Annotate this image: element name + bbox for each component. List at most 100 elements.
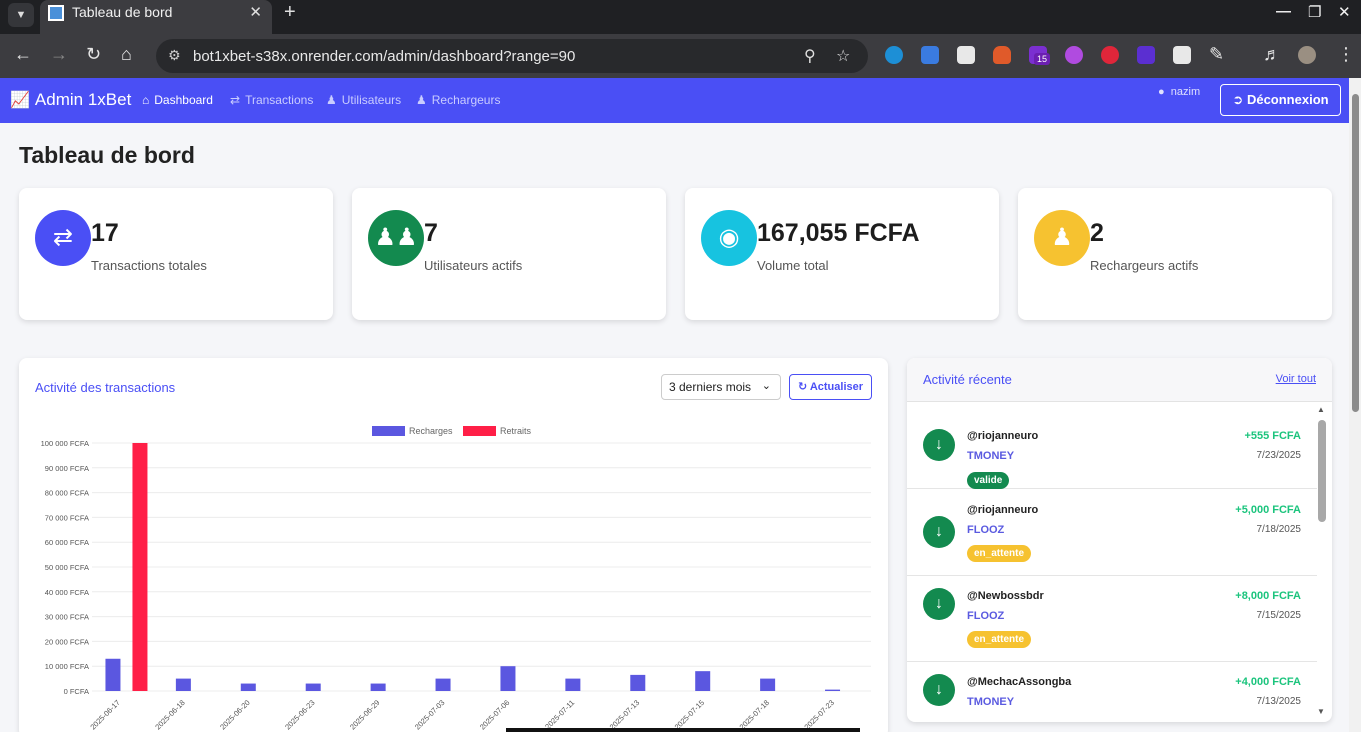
bar-retraits: [132, 443, 148, 691]
activity-amount: +5,000 FCFA: [1235, 504, 1301, 516]
page-scrollbar-thumb[interactable]: [1352, 94, 1359, 412]
x-tick-label: 2025-06-23: [283, 698, 316, 731]
new-tab-icon[interactable]: +: [284, 1, 296, 24]
activity-item[interactable]: ↓ @riojanneuro FLOOZ +5,000 FCFA 7/18/20…: [907, 490, 1317, 576]
activity-method: TMONEY: [967, 450, 1015, 462]
brand[interactable]: 📈 Admin 1xBet: [10, 90, 131, 110]
tab-search-icon[interactable]: ▼: [8, 3, 34, 27]
bar-recharges: [240, 683, 256, 691]
favicon-icon: [48, 5, 64, 21]
extension-icon[interactable]: [885, 46, 903, 64]
users-icon: ♟♟: [368, 210, 424, 266]
arrow-down-icon: ↓: [923, 429, 955, 461]
forward-icon[interactable]: →: [50, 44, 68, 65]
y-tick-label: 0 FCFA: [64, 687, 89, 696]
x-tick-label: 2025-06-20: [218, 698, 251, 731]
range-select-value: 3 derniers mois: [669, 380, 752, 394]
activity-method: FLOOZ: [967, 610, 1005, 622]
coins-icon: ◉: [701, 210, 757, 266]
qr-code-icon[interactable]: [1173, 46, 1191, 64]
site-info-icon[interactable]: ⚙: [168, 47, 181, 64]
nav-utilisateurs[interactable]: ♟ Utilisateurs: [326, 93, 401, 107]
bar-recharges: [175, 678, 191, 691]
address-bar[interactable]: ⚙ bot1xbet-s38x.onrender.com/admin/dashb…: [156, 39, 868, 73]
y-tick-label: 50 000 FCFA: [45, 563, 89, 572]
translate-extension-icon[interactable]: [921, 46, 939, 64]
scroll-up-icon[interactable]: ▲: [1317, 405, 1325, 414]
page-scrollbar[interactable]: [1349, 78, 1361, 732]
activity-item[interactable]: ↓ @MechacAssongba TMONEY +4,000 FCFA 7/1…: [907, 662, 1317, 722]
activity-title: Activité récente: [923, 372, 1012, 387]
extensions-puzzle-icon[interactable]: ✎: [1209, 44, 1224, 65]
x-tick-label: 2025-06-17: [88, 698, 121, 731]
popcorn-extension-icon[interactable]: [957, 46, 975, 64]
stat-value: 2: [1090, 219, 1104, 247]
y-tick-label: 70 000 FCFA: [45, 513, 89, 522]
logout-button[interactable]: ➲ Déconnexion: [1220, 84, 1341, 116]
scroll-down-icon[interactable]: ▼: [1317, 707, 1325, 716]
fox-extension-icon[interactable]: [993, 46, 1011, 64]
bar-recharges: [500, 666, 516, 691]
nav-rechargeurs[interactable]: ♟ Rechargeurs: [416, 93, 500, 107]
activity-item[interactable]: ↓ @Newbossbdr FLOOZ +8,000 FCFA 7/15/202…: [907, 576, 1317, 662]
current-user: ● nazim: [1158, 86, 1200, 98]
bar-recharges: [695, 671, 711, 691]
y-tick-label: 30 000 FCFA: [45, 613, 89, 622]
status-badge: en_attente: [967, 631, 1032, 648]
hand-extension-icon[interactable]: [1101, 46, 1119, 64]
activity-amount: +555 FCFA: [1244, 430, 1301, 442]
bookmark-star-icon[interactable]: ☆: [836, 46, 850, 66]
stat-card-rechargeurs: ♟ 2 Rechargeurs actifs: [1018, 188, 1332, 320]
close-tab-icon[interactable]: ✕: [249, 3, 262, 21]
minimize-icon[interactable]: —: [1276, 3, 1291, 20]
x-tick-label: 2025-07-03: [413, 698, 446, 731]
gear-extension-icon[interactable]: [1065, 46, 1083, 64]
activity-date: 7/18/2025: [1256, 524, 1302, 535]
refresh-button[interactable]: ↻ Actualiser: [789, 374, 872, 400]
zoom-icon[interactable]: ⚲: [804, 46, 816, 66]
nav-rechargeurs-label: Rechargeurs: [431, 93, 501, 107]
y-tick-label: 60 000 FCFA: [45, 538, 89, 547]
back-icon[interactable]: ←: [14, 44, 32, 65]
range-select[interactable]: 3 derniers mois ⌄: [661, 374, 781, 400]
x-tick-label: 2025-07-23: [802, 698, 835, 731]
home-icon[interactable]: ⌂: [121, 44, 132, 65]
activity-amount: +4,000 FCFA: [1235, 676, 1301, 688]
media-control-icon[interactable]: ♬: [1263, 44, 1281, 65]
stat-value: 167,055 FCFA: [757, 219, 920, 247]
activity-list[interactable]: ↓ @riojanneuro TMONEY +555 FCFA 7/23/202…: [907, 403, 1317, 722]
y-tick-label: 100 000 FCFA: [41, 439, 89, 448]
bar-recharges: [825, 689, 841, 691]
activity-user: @riojanneuro: [967, 430, 1039, 442]
app-navbar: 📈 Admin 1xBet ⌂ Dashboard ⇄ Transactions ♟ U…: [0, 78, 1349, 123]
window-close-icon[interactable]: ✕: [1338, 3, 1351, 21]
activity-item[interactable]: ↓ @riojanneuro TMONEY +555 FCFA 7/23/202…: [907, 403, 1317, 489]
bar-recharges: [760, 678, 776, 691]
stat-card-transactions: ⇄ 17 Transactions totales: [19, 188, 333, 320]
restore-icon[interactable]: ❐: [1308, 3, 1321, 21]
profile-avatar[interactable]: [1298, 46, 1316, 64]
status-badge: en_attente: [967, 545, 1032, 562]
user-circle-icon: ●: [1158, 86, 1165, 98]
activity-date: 7/15/2025: [1256, 610, 1302, 621]
user-icon: ♟: [416, 93, 427, 107]
nav-transactions[interactable]: ⇄ Transactions: [230, 93, 313, 107]
y-tick-label: 10 000 FCFA: [45, 662, 89, 671]
activity-scrollbar[interactable]: ▲ ▼: [1317, 403, 1327, 721]
url-text[interactable]: bot1xbet-s38x.onrender.com/admin/dashboa…: [193, 48, 575, 65]
stat-label: Volume total: [757, 258, 829, 273]
nav-transactions-label: Transactions: [245, 93, 314, 107]
nav-dashboard[interactable]: ⌂ Dashboard: [142, 93, 213, 107]
y-tick-label: 20 000 FCFA: [45, 637, 89, 646]
status-badge: valide: [967, 472, 1010, 489]
bar-recharges: [370, 683, 386, 691]
stat-value: 17: [91, 219, 119, 247]
activity-scrollbar-thumb[interactable]: [1318, 420, 1326, 522]
chart-line-icon: 📈: [10, 92, 30, 109]
reload-icon[interactable]: ↻: [86, 44, 101, 65]
menu-kebab-icon[interactable]: ⋮: [1337, 44, 1355, 65]
see-all-link[interactable]: Voir tout: [1276, 373, 1316, 385]
activity-method: FLOOZ: [967, 524, 1005, 536]
dollar-extension-icon[interactable]: [1137, 46, 1155, 64]
browser-tab[interactable]: Tableau de bord ✕: [40, 0, 272, 34]
